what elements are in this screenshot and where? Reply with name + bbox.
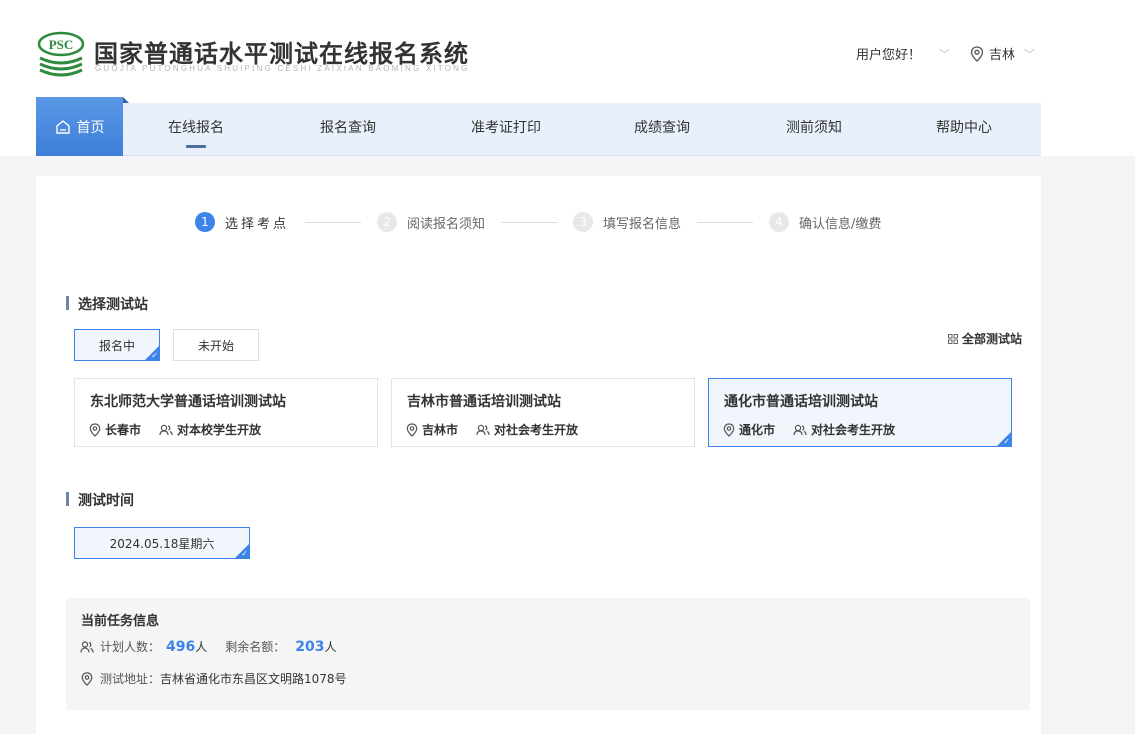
check-icon: ✓ bbox=[151, 351, 158, 360]
filter-label: 未开始 bbox=[197, 338, 234, 353]
station-audience: 对社会考生开放 bbox=[494, 423, 579, 437]
users-icon bbox=[476, 424, 490, 435]
user-menu[interactable]: 用户您好！ ﹀ bbox=[856, 44, 951, 64]
step-4: 4 确认信息/缴费 bbox=[769, 212, 881, 232]
step-number: 1 bbox=[195, 212, 215, 232]
station-card-2[interactable]: 吉林市普通话培训测试站 吉林市 对社会考生开放 bbox=[391, 378, 695, 447]
main-nav: 首页 在线报名 报名查询 准考证打印 成绩查询 测前须知 帮助中心 bbox=[36, 97, 1041, 156]
people-icon bbox=[80, 640, 94, 653]
home-icon bbox=[55, 120, 70, 134]
task-info-panel: 当前任务信息 计划人数： 496 人 剩余名额： 203 人 测试地址： 吉林省通化… bbox=[66, 598, 1030, 710]
step-label: 选择考点 bbox=[225, 216, 290, 232]
step-label: 确认信息/缴费 bbox=[799, 216, 882, 232]
step-3: 3 填写报名信息 bbox=[573, 212, 681, 232]
planned-label: 计划人数： bbox=[100, 640, 161, 654]
nav-home-label: 首页 bbox=[76, 119, 105, 136]
station-meta: 吉林市 对社会考生开放 bbox=[406, 421, 578, 438]
users-icon bbox=[159, 424, 173, 435]
svg-text:PSC: PSC bbox=[49, 37, 74, 52]
all-stations-label: 全部测试站 bbox=[962, 332, 1023, 346]
location-icon bbox=[970, 45, 984, 62]
nav-item-pre-test-notice[interactable]: 测前须知 bbox=[766, 103, 862, 156]
step-1: 1 选择考点 bbox=[195, 212, 289, 232]
address-value: 吉林省通化市东昌区文明路1078号 bbox=[160, 672, 347, 686]
station-name: 东北师范大学普通话培训测试站 bbox=[90, 394, 286, 410]
header: PSC 国家普通话水平测试在线报名系统 GUOJIA PUTONGHUA SHU… bbox=[0, 0, 1135, 97]
station-section-title: 选择测试站 bbox=[66, 294, 148, 314]
chevron-down-icon: ﹀ bbox=[939, 47, 951, 61]
check-icon: ✓ bbox=[1003, 437, 1010, 446]
greeting-text: 用户您好！ bbox=[856, 48, 922, 63]
location-icon bbox=[81, 671, 93, 686]
nav-item-score-query[interactable]: 成绩查询 bbox=[614, 103, 710, 156]
station-audience: 对本校学生开放 bbox=[177, 423, 262, 437]
step-divider bbox=[305, 221, 362, 223]
step-indicator: 1 选择考点 2 阅读报名须知 3 填写报名信息 4 确认信息/缴费 bbox=[195, 211, 881, 233]
station-city: 通化市 bbox=[739, 423, 776, 437]
step-label: 填写报名信息 bbox=[603, 216, 682, 232]
remaining-unit: 人 bbox=[324, 640, 337, 654]
remaining-label: 剩余名额： bbox=[225, 640, 286, 654]
check-icon: ✓ bbox=[241, 549, 248, 558]
city-selector[interactable]: 吉林 ﹀ bbox=[970, 44, 1035, 63]
nav-item-online-registration[interactable]: 在线报名 bbox=[148, 103, 244, 156]
station-meta: 长春市 对本校学生开放 bbox=[89, 421, 261, 438]
planned-count: 496 bbox=[166, 638, 196, 655]
station-card-3[interactable]: 通化市普通话培训测试站 通化市 对社会考生开放 ✓ bbox=[708, 378, 1012, 447]
date-label: 2024.05.18星期六 bbox=[109, 536, 215, 551]
time-section-title: 测试时间 bbox=[66, 490, 134, 510]
location-icon bbox=[406, 422, 418, 437]
station-city: 吉林市 bbox=[422, 423, 459, 437]
nav-item-help-center[interactable]: 帮助中心 bbox=[916, 103, 1012, 156]
location-icon bbox=[723, 422, 735, 437]
station-name: 吉林市普通话培训测试站 bbox=[407, 394, 561, 410]
step-number: 4 bbox=[769, 212, 790, 232]
filter-not-started[interactable]: 未开始 bbox=[173, 329, 259, 361]
remaining-count: 203 bbox=[295, 638, 325, 655]
filter-registering[interactable]: 报名中 ✓ bbox=[74, 329, 160, 361]
station-audience: 对社会考生开放 bbox=[811, 423, 896, 437]
grid-icon bbox=[948, 333, 958, 344]
planned-unit: 人 bbox=[195, 640, 208, 654]
station-name: 通化市普通话培训测试站 bbox=[724, 394, 878, 410]
station-city: 长春市 bbox=[105, 423, 142, 437]
site-subtitle: GUOJIA PUTONGHUA SHUIPING CESHI ZAIXIAN … bbox=[95, 64, 470, 73]
station-card-1[interactable]: 东北师范大学普通话培训测试站 长春市 对本校学生开放 bbox=[74, 378, 378, 447]
filter-label: 报名中 bbox=[98, 338, 135, 353]
city-label: 吉林 bbox=[989, 48, 1016, 63]
nav-item-admission-print[interactable]: 准考证打印 bbox=[456, 103, 556, 156]
chevron-down-icon: ﹀ bbox=[1024, 47, 1036, 61]
step-divider bbox=[697, 221, 754, 223]
users-icon bbox=[793, 424, 807, 435]
all-stations-link[interactable]: 全部测试站 bbox=[948, 330, 1022, 347]
task-info-title: 当前任务信息 bbox=[81, 614, 160, 629]
quota-row: 计划人数： 496 人 剩余名额： 203 人 bbox=[80, 638, 337, 655]
psc-logo[interactable]: PSC bbox=[36, 30, 86, 78]
location-icon bbox=[89, 422, 101, 437]
step-2: 2 阅读报名须知 bbox=[377, 212, 485, 232]
station-meta: 通化市 对社会考生开放 bbox=[723, 421, 895, 438]
step-divider bbox=[501, 221, 558, 223]
step-number: 3 bbox=[573, 212, 594, 232]
date-option[interactable]: 2024.05.18星期六 ✓ bbox=[74, 527, 250, 559]
address-row: 测试地址： 吉林省通化市东昌区文明路1078号 bbox=[80, 670, 347, 687]
step-number: 2 bbox=[377, 212, 398, 232]
step-label: 阅读报名须知 bbox=[407, 216, 486, 232]
nav-home[interactable]: 首页 bbox=[36, 97, 129, 156]
nav-item-registration-query[interactable]: 报名查询 bbox=[300, 103, 396, 156]
address-label: 测试地址： bbox=[100, 672, 161, 686]
